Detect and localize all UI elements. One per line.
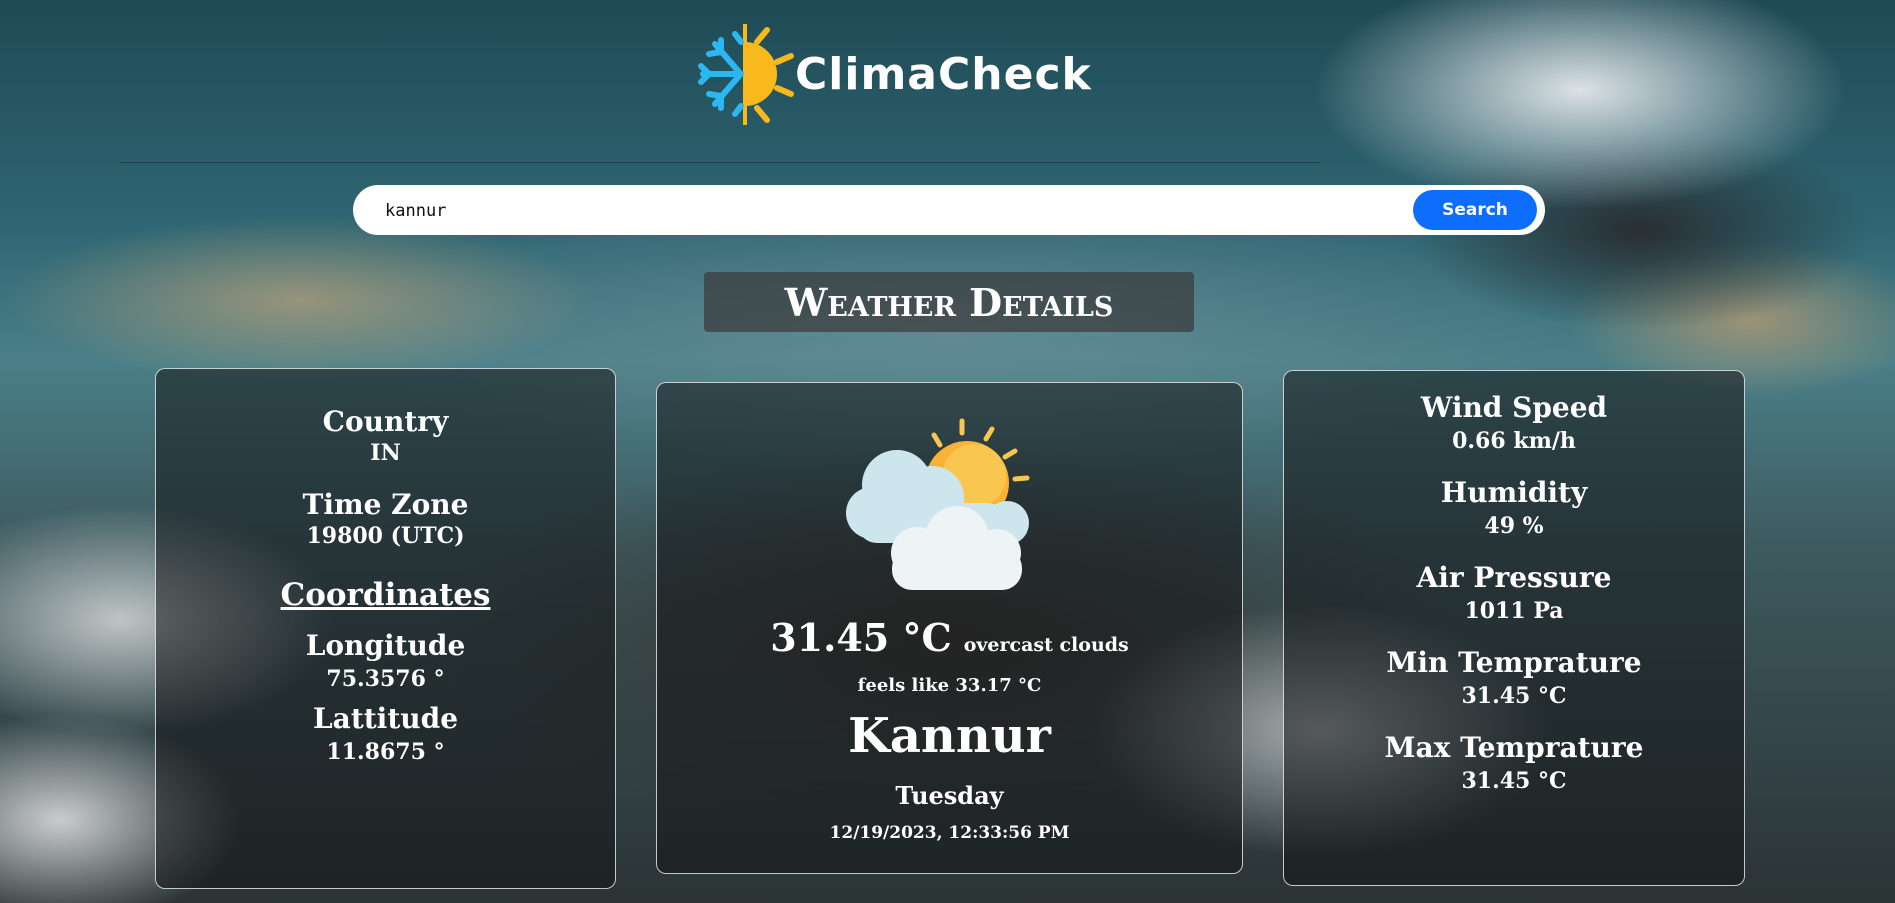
country-value: IN: [370, 440, 401, 466]
humidity-value: 49 %: [1484, 513, 1544, 539]
date-time: 12/19/2023, 12:33:56 PM: [829, 823, 1070, 843]
feels-like: feels like 33.17 °C: [857, 675, 1042, 696]
day-of-week: Tuesday: [895, 781, 1004, 810]
min-temperature-label: Min Temprature: [1386, 646, 1642, 679]
wind-speed-value: 0.66 km/h: [1452, 428, 1576, 454]
current-weather-card: 31.45 °C overcast clouds feels like 33.1…: [656, 382, 1243, 874]
location-card: Country IN Time Zone 19800 (UTC) Coordin…: [155, 368, 616, 889]
city-name: Kannur: [848, 708, 1051, 764]
country-label: Country: [322, 405, 449, 438]
humidity-label: Humidity: [1440, 476, 1588, 509]
temperature-row: 31.45 °C overcast clouds: [657, 615, 1242, 660]
max-temperature-value: 31.45 °C: [1461, 768, 1567, 794]
coordinates-heading: Coordinates: [280, 577, 491, 613]
air-pressure-label: Air Pressure: [1416, 561, 1612, 594]
app-logo: ClimaCheck: [695, 22, 1092, 127]
timezone-label: Time Zone: [302, 488, 469, 521]
latitude-label: Lattitude: [312, 702, 459, 735]
search-bar: Search: [353, 185, 1545, 235]
min-temperature-value: 31.45 °C: [1461, 683, 1567, 709]
temperature-value: 31.45 °C: [770, 615, 952, 660]
weather-description: overcast clouds: [963, 634, 1129, 656]
wind-speed-label: Wind Speed: [1420, 391, 1608, 424]
longitude-label: Longitude: [305, 629, 466, 662]
app-title: ClimaCheck: [795, 49, 1092, 100]
section-title: Weather Details: [704, 272, 1194, 332]
horizon-line: [120, 162, 1320, 163]
search-button[interactable]: Search: [1413, 190, 1537, 230]
timezone-value: 19800 (UTC): [306, 523, 465, 549]
max-temperature-label: Max Temprature: [1384, 731, 1644, 764]
search-input[interactable]: [383, 195, 1437, 227]
snowflake-sun-icon: [698, 24, 794, 125]
air-pressure-value: 1011 Pa: [1464, 598, 1564, 624]
latitude-value: 11.8675 °: [326, 739, 445, 765]
conditions-card: Wind Speed 0.66 km/h Humidity 49 % Air P…: [1283, 370, 1745, 886]
sun-behind-clouds-icon: [846, 418, 1030, 590]
longitude-value: 75.3576 °: [326, 666, 445, 692]
